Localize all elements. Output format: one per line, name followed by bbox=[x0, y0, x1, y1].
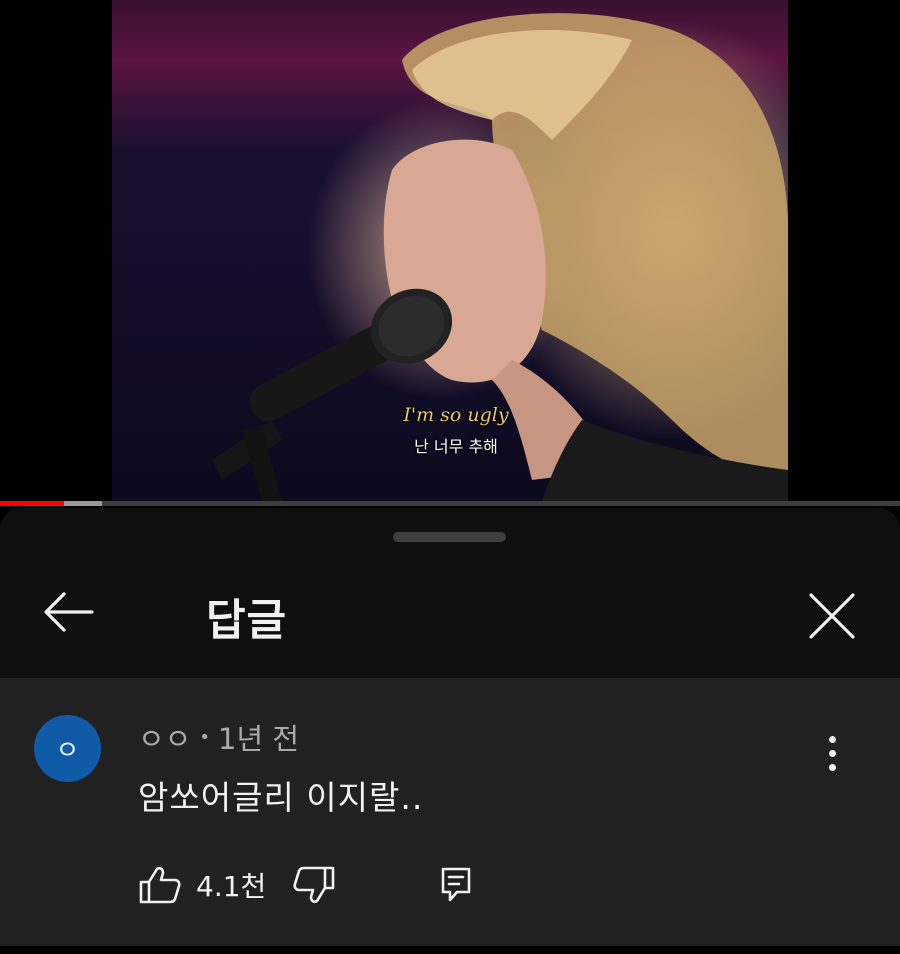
video-progress-bar[interactable] bbox=[0, 501, 900, 506]
like-button[interactable]: 4.1천 bbox=[138, 865, 266, 905]
subtitle-english: I'm so ugly bbox=[403, 404, 509, 426]
comment-time: 1년 전 bbox=[218, 722, 300, 756]
more-options-button[interactable] bbox=[812, 728, 852, 778]
sheet-header: 답글 bbox=[0, 508, 900, 678]
like-count: 4.1천 bbox=[196, 870, 267, 903]
close-button[interactable] bbox=[800, 584, 864, 648]
comment-meta: ㅇㅇ • 1년 전 bbox=[138, 716, 299, 758]
reply-button[interactable] bbox=[440, 866, 472, 908]
comment-item: ㅇ ㅇㅇ • 1년 전 암쏘어글리 이지랄.. 4.1천 bbox=[0, 678, 900, 954]
progress-played bbox=[0, 501, 64, 506]
close-icon bbox=[809, 593, 855, 639]
video-frame[interactable]: I'm so ugly 난 너무 추해 bbox=[112, 0, 788, 502]
thumbs-down-icon bbox=[293, 866, 335, 904]
comment-actions: 4.1천 bbox=[138, 860, 471, 910]
more-vertical-icon bbox=[828, 735, 836, 743]
sheet-title: 답글 bbox=[206, 596, 288, 646]
back-button[interactable] bbox=[36, 584, 100, 640]
comment-text: 암쏘어글리 이지랄.. bbox=[138, 778, 424, 817]
comment-author[interactable]: ㅇㅇ bbox=[138, 716, 191, 758]
video-scene bbox=[212, 13, 788, 502]
avatar[interactable]: ㅇ bbox=[34, 715, 101, 782]
dislike-button[interactable] bbox=[292, 865, 336, 905]
reply-icon bbox=[441, 867, 471, 902]
avatar-letter: ㅇ bbox=[55, 736, 80, 766]
bottom-edge bbox=[0, 946, 900, 954]
drag-handle[interactable] bbox=[393, 532, 506, 542]
meta-separator: • bbox=[199, 726, 210, 748]
thumbs-up-icon bbox=[139, 866, 181, 904]
arrow-left-icon bbox=[44, 592, 94, 632]
replies-sheet: 답글 ㅇ ㅇㅇ • 1년 전 암쏘어글리 이지랄.. 4.1천 bbox=[0, 508, 900, 954]
video-player[interactable]: I'm so ugly 난 너무 추해 bbox=[0, 0, 900, 506]
subtitle-korean: 난 너무 추해 bbox=[414, 437, 498, 456]
